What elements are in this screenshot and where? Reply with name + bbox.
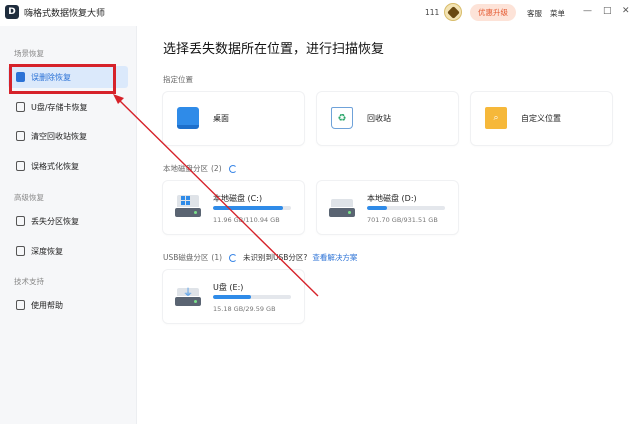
location-card-custom[interactable]: ⌕ 自定义位置 [471, 92, 612, 145]
sidebar-item-format-recovery[interactable]: 误格式化恢复 [8, 155, 128, 177]
sidebar-item-label: 使用帮助 [31, 300, 63, 310]
sidebar-item-label: U盘/存储卡恢复 [31, 102, 88, 112]
deep-scan-icon [16, 246, 25, 256]
disk-size: 15.18 GB/29.59 GB [213, 305, 276, 313]
vip-badge-icon[interactable] [444, 3, 462, 21]
location-card-recycle-bin[interactable]: ♻ 回收站 [317, 92, 458, 145]
usb-icon [16, 102, 25, 112]
usb-drive-icon: ⏚ [175, 284, 201, 306]
disk-name: 本地磁盘 (D:) [367, 194, 417, 203]
help-book-icon [16, 300, 25, 310]
usb-disk-group-title: USB磁盘分区 [163, 253, 209, 262]
app-logo: D [5, 5, 19, 19]
upgrade-button[interactable]: 优惠升级 [470, 4, 516, 21]
location-group-label: 指定位置 [163, 74, 193, 85]
drive-icon [329, 195, 355, 217]
recycle-bin-icon [16, 131, 25, 141]
desktop-icon [177, 107, 199, 129]
local-disk-group-title: 本地磁盘分区 [163, 164, 208, 173]
location-label: 自定义位置 [521, 114, 561, 123]
disk-usage-bar [213, 206, 291, 210]
location-label: 桌面 [213, 114, 229, 123]
refresh-icon[interactable] [229, 253, 238, 262]
disk-card-c[interactable]: 本地磁盘 (C:) 11.96 GB/110.94 GB [163, 181, 304, 234]
annotation-highlight-box [9, 64, 116, 94]
folder-search-icon: ⌕ [485, 107, 507, 129]
section-label-support: 技术支持 [14, 277, 44, 286]
location-card-desktop[interactable]: 桌面 [163, 92, 304, 145]
usb-warning-text: 未识别到USB分区? [243, 253, 308, 262]
title-bar: D 嗨格式数据恢复大师 111 优惠升级 客服 菜单 — □ ✕ [0, 0, 640, 26]
disk-size: 701.70 GB/931.51 GB [367, 216, 438, 224]
sidebar-item-deep-recovery[interactable]: 深度恢复 [8, 240, 128, 262]
disk-name: U盘 (E:) [213, 283, 244, 292]
sidebar-item-label: 清空回收站恢复 [31, 131, 87, 141]
minimize-icon[interactable]: — [583, 6, 592, 16]
sidebar-item-usb-recovery[interactable]: U盘/存储卡恢复 [8, 96, 128, 118]
disk-card-e[interactable]: ⏚ U盘 (E:) 15.18 GB/29.59 GB [163, 270, 304, 323]
sidebar-item-label: 丢失分区恢复 [31, 216, 79, 226]
disk-size: 11.96 GB/110.94 GB [213, 216, 280, 224]
disk-card-d[interactable]: 本地磁盘 (D:) 701.70 GB/931.51 GB [317, 181, 458, 234]
local-disk-count: (2) [211, 164, 222, 173]
recycle-bin-icon: ♻ [331, 107, 353, 129]
sidebar-item-recycle-bin-recovery[interactable]: 清空回收站恢复 [8, 125, 128, 147]
disk-name: 本地磁盘 (C:) [213, 194, 263, 203]
sidebar-item-partition-recovery[interactable]: 丢失分区恢复 [8, 210, 128, 232]
location-group-title: 指定位置 [163, 75, 193, 84]
local-disk-group-label: 本地磁盘分区 (2) [163, 163, 237, 174]
windows-drive-icon [175, 195, 201, 217]
section-label-advanced: 高级恢复 [14, 193, 44, 202]
partition-icon [16, 216, 25, 226]
page-title: 选择丢失数据所在位置，进行扫描恢复 [163, 42, 385, 57]
location-label: 回收站 [367, 114, 391, 123]
usb-disk-group-label: USB磁盘分区 (1) 未识别到USB分区? 查看解决方案 [163, 252, 357, 263]
main-content: 选择丢失数据所在位置，进行扫描恢复 指定位置 桌面 ♻ 回收站 ⌕ 自定义位置 … [137, 26, 640, 424]
sidebar-item-label: 深度恢复 [31, 246, 63, 256]
close-icon[interactable]: ✕ [622, 6, 630, 16]
points-count: 111 [425, 8, 440, 17]
section-label-scene: 场景恢复 [14, 49, 44, 58]
customer-service-button[interactable]: 客服 [527, 8, 542, 19]
maximize-icon[interactable]: □ [603, 6, 612, 16]
usb-disk-count: (1) [211, 253, 223, 262]
app-title: 嗨格式数据恢复大师 [24, 9, 106, 19]
refresh-icon[interactable] [228, 164, 237, 173]
solution-link[interactable]: 查看解决方案 [312, 252, 357, 263]
format-icon [16, 161, 25, 171]
menu-button[interactable]: 菜单 [550, 8, 565, 19]
sidebar-item-label: 误格式化恢复 [31, 161, 79, 171]
sidebar-item-help[interactable]: 使用帮助 [8, 294, 128, 316]
disk-usage-bar [367, 206, 445, 210]
disk-usage-bar [213, 295, 291, 299]
